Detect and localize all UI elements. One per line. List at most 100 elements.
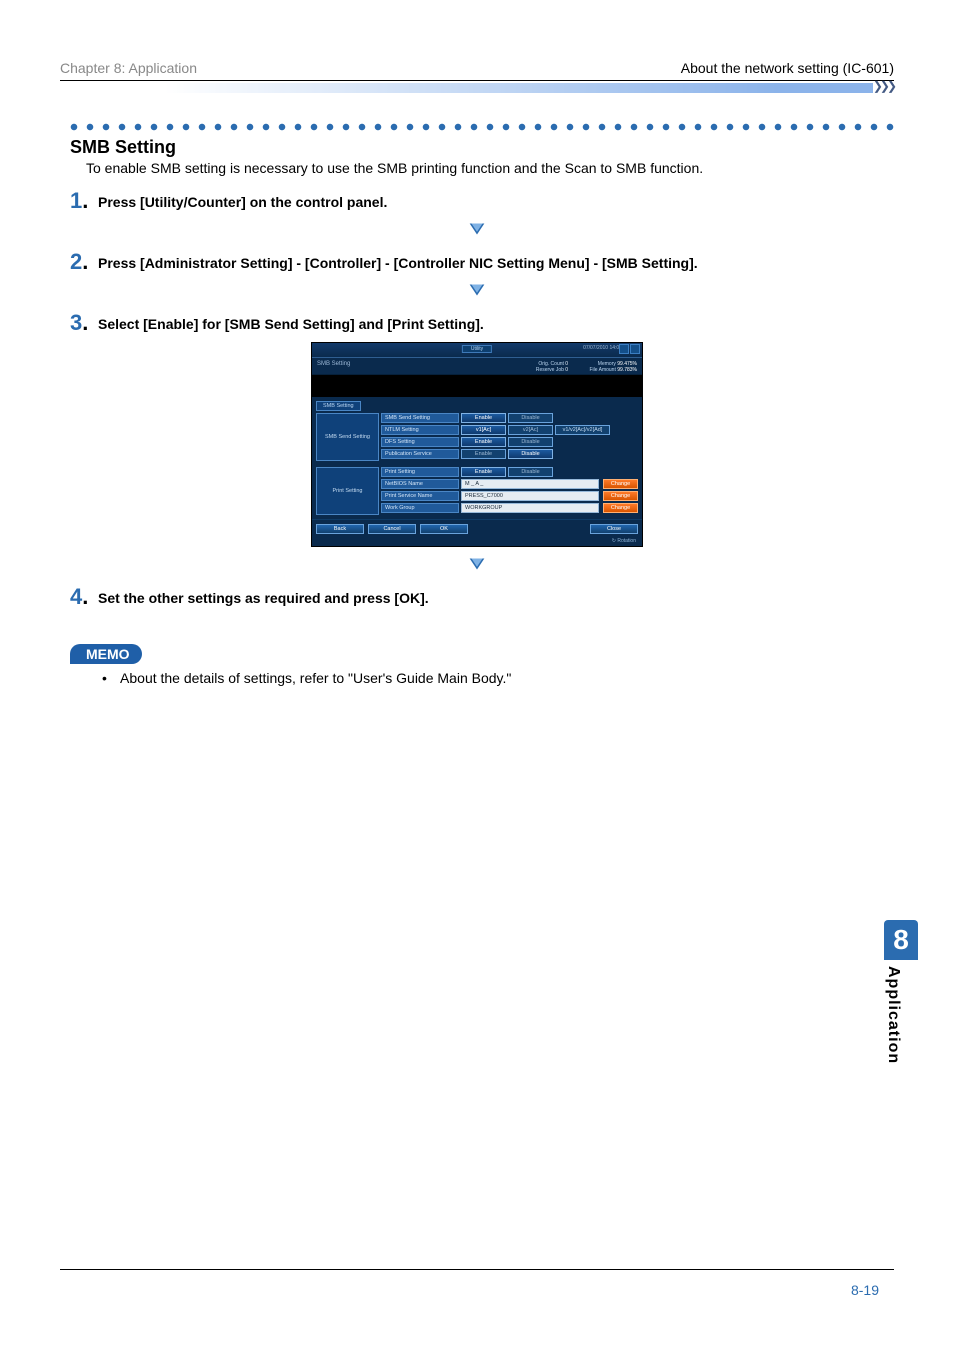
step-number-value: 2 xyxy=(70,249,82,274)
page-number: 8-19 xyxy=(851,1282,879,1298)
change-button[interactable]: Change xyxy=(603,491,638,501)
ntlm-v1-button[interactable]: v1[Ac] xyxy=(461,425,506,435)
enable-button[interactable]: Enable xyxy=(461,449,506,459)
step-4: 4. Set the other settings as required an… xyxy=(70,586,894,608)
step-number-value: 4 xyxy=(70,584,82,609)
page-root: Chapter 8: Application About the network… xyxy=(0,0,954,1350)
step-text: Press [Utility/Counter] on the control p… xyxy=(98,190,387,210)
row-label: Work Group xyxy=(381,503,459,513)
breadcrumb: SMB Setting xyxy=(317,361,350,373)
netbios-name-input[interactable]: M _ A _ xyxy=(461,479,599,489)
row-publication-service: Publication Service Enable Disable xyxy=(381,449,638,459)
titlebar-icons xyxy=(619,344,640,354)
cancel-button[interactable]: Cancel xyxy=(368,524,416,534)
bullet-icon: • xyxy=(102,670,107,686)
help-icon[interactable] xyxy=(630,344,640,354)
disable-button[interactable]: Disable xyxy=(508,467,553,477)
step-dot: . xyxy=(82,584,88,609)
row-dfs-setting: DFS Setting Enable Disable xyxy=(381,437,638,447)
step-text: Press [Administrator Setting] - [Control… xyxy=(98,251,698,271)
row-label: NTLM Setting xyxy=(381,425,459,435)
corner-arrows-icon: ❯❯❯ xyxy=(873,79,894,93)
utility-tab[interactable]: Utility xyxy=(462,345,492,353)
group-print-setting: Print Setting Print Setting Enable Disab… xyxy=(316,467,638,515)
group-caption: Print Setting xyxy=(316,467,379,515)
work-group-input[interactable]: WORKGROUP xyxy=(461,503,599,513)
memo-bullet: • About the details of settings, refer t… xyxy=(102,670,894,686)
screen-body: SMB Setting SMB Send Setting SMB Send Se… xyxy=(312,397,642,519)
ntlm-v2-button[interactable]: v2[Ac] xyxy=(508,425,553,435)
back-button[interactable]: Back xyxy=(316,524,364,534)
step-number: 4. xyxy=(70,586,98,608)
screen-titlebar: Utility 07/07/2010 14:00 xyxy=(312,343,642,358)
side-chapter-number: 8 xyxy=(884,920,918,960)
section-title: SMB Setting xyxy=(70,137,894,158)
step-number-value: 3 xyxy=(70,310,82,335)
down-arrow-icon xyxy=(60,218,894,243)
power-icon[interactable] xyxy=(619,344,629,354)
close-button[interactable]: Close xyxy=(590,524,638,534)
step-number-value: 1 xyxy=(70,188,82,213)
embedded-ui-screenshot: Utility 07/07/2010 14:00 SMB Setting Ori… xyxy=(311,342,643,547)
group-caption: SMB Send Setting xyxy=(316,413,379,461)
print-service-name-input[interactable]: PRESS_C7000 xyxy=(461,491,599,501)
change-button[interactable]: Change xyxy=(603,503,638,513)
step-number: 3. xyxy=(70,312,98,334)
screen-footer: Back Cancel OK Close xyxy=(312,519,642,538)
row-label: NetBIOS Name xyxy=(381,479,459,489)
memo-text: About the details of settings, refer to … xyxy=(120,670,511,686)
enable-button[interactable]: Enable xyxy=(461,467,506,477)
row-label: SMB Send Setting xyxy=(381,413,459,423)
row-smb-send-setting: SMB Send Setting Enable Disable xyxy=(381,413,638,423)
row-label: Publication Service xyxy=(381,449,459,459)
disable-button[interactable]: Disable xyxy=(508,449,553,459)
ntlm-v1v2-button[interactable]: v1/v2[Ac]/v2[Ad] xyxy=(555,425,610,435)
memo-badge: MEMO xyxy=(70,644,142,664)
stat-key: File Amount xyxy=(571,367,616,373)
step-dot: . xyxy=(82,249,88,274)
rotation-text: Rotation xyxy=(617,538,636,544)
enable-button[interactable]: Enable xyxy=(461,437,506,447)
row-netbios-name: NetBIOS Name M _ A _ Change xyxy=(381,479,638,489)
step-text: Select [Enable] for [SMB Send Setting] a… xyxy=(98,312,484,332)
ok-button[interactable]: OK xyxy=(420,524,468,534)
stat-value: 99.783% xyxy=(617,367,637,373)
stat-value: 0 xyxy=(565,367,568,373)
disable-button[interactable]: Disable xyxy=(508,413,553,423)
page-header: Chapter 8: Application About the network… xyxy=(60,60,894,81)
row-work-group: Work Group WORKGROUP Change xyxy=(381,503,638,513)
tab-smb-setting[interactable]: SMB Setting xyxy=(316,401,361,411)
side-chapter-label: Application xyxy=(884,966,902,1064)
step-number: 2. xyxy=(70,251,98,273)
change-button[interactable]: Change xyxy=(603,479,638,489)
dotted-rule xyxy=(70,123,894,131)
footer-line xyxy=(60,1269,894,1270)
status-block: Orig. Count 0 Memory 99.475% Reserve Job… xyxy=(519,361,637,373)
step-1: 1. Press [Utility/Counter] on the contro… xyxy=(70,190,894,212)
disable-button[interactable]: Disable xyxy=(508,437,553,447)
header-title-right: About the network setting (IC-601) xyxy=(681,60,894,76)
row-ntlm-setting: NTLM Setting v1[Ac] v2[Ac] v1/v2[Ac]/v2[… xyxy=(381,425,638,435)
step-dot: . xyxy=(82,188,88,213)
step-3: 3. Select [Enable] for [SMB Send Setting… xyxy=(70,312,894,334)
chapter-label: Chapter 8: Application xyxy=(60,60,197,76)
datetime-label: 07/07/2010 14:00 xyxy=(583,345,622,351)
down-arrow-icon xyxy=(60,553,894,578)
rotation-label: ↻ Rotation xyxy=(312,538,642,546)
step-number: 1. xyxy=(70,190,98,212)
section-description: To enable SMB setting is necessary to us… xyxy=(86,160,894,176)
step-dot: . xyxy=(82,310,88,335)
down-arrow-icon xyxy=(60,279,894,304)
row-label: Print Service Name xyxy=(381,491,459,501)
header-gradient-bar xyxy=(68,83,873,93)
black-bar xyxy=(312,375,642,397)
screen-subheader: SMB Setting Orig. Count 0 Memory 99.475%… xyxy=(312,358,642,375)
row-label: DFS Setting xyxy=(381,437,459,447)
step-text: Set the other settings as required and p… xyxy=(98,586,429,606)
side-chapter-tab: 8 Application xyxy=(884,920,918,1064)
enable-button[interactable]: Enable xyxy=(461,413,506,423)
stat-key: Reserve Job xyxy=(519,367,564,373)
step-2: 2. Press [Administrator Setting] - [Cont… xyxy=(70,251,894,273)
row-label: Print Setting xyxy=(381,467,459,477)
row-print-service-name: Print Service Name PRESS_C7000 Change xyxy=(381,491,638,501)
